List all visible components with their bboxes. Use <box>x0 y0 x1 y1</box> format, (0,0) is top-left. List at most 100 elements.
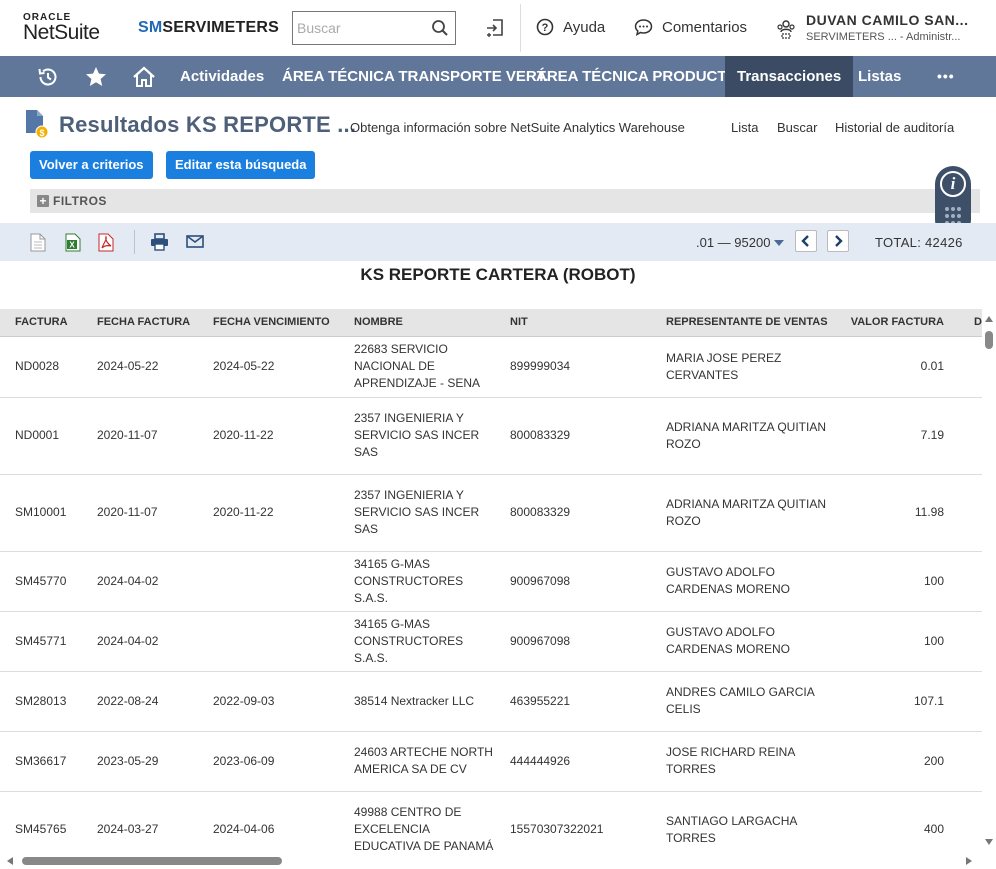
cell-fecha-vencimiento: 2020-11-22 <box>198 397 339 475</box>
cell-nit: 900967098 <box>495 611 651 672</box>
table-row[interactable]: SM45770 2024-04-02 34165 G-MAS CONSTRUCT… <box>0 551 982 612</box>
export-csv-icon[interactable] <box>30 233 46 257</box>
chevron-left-icon <box>801 235 809 247</box>
column-header-valor-factura[interactable]: VALOR FACTURA <box>828 309 959 337</box>
favorites-star-icon[interactable] <box>83 56 109 97</box>
column-header-factura[interactable]: FACTURA <box>0 309 82 337</box>
cell-factura[interactable]: ND0001 <box>0 397 82 475</box>
report-title: KS REPORTE CARTERA (ROBOT) <box>360 265 636 284</box>
user-menu[interactable]: DUVAN CAMILO SAN... SERVIMETERS ... - Ad… <box>776 11 968 45</box>
filters-bar[interactable]: + FILTROS <box>30 189 980 213</box>
scroll-left-icon[interactable] <box>7 857 13 865</box>
scroll-right-icon[interactable] <box>966 857 972 865</box>
saved-search-icon: $ <box>25 109 51 144</box>
scroll-up-icon[interactable] <box>985 316 993 322</box>
cell-dias <box>959 551 982 612</box>
cell-nombre: 34165 G-MAS CONSTRUCTORES S.A.S. <box>339 551 495 612</box>
cell-representante: ADRIANA MARITZA QUITIAN ROZO <box>651 474 828 552</box>
audit-history-link[interactable]: Historial de auditoría <box>835 120 954 135</box>
table-row[interactable]: SM45771 2024-04-02 34165 G-MAS CONSTRUCT… <box>0 611 982 672</box>
help-icon: ? <box>536 18 554 36</box>
cell-factura[interactable]: SM45770 <box>0 551 82 612</box>
list-link[interactable]: Lista <box>731 120 758 135</box>
help-link[interactable]: ? Ayuda <box>536 18 605 36</box>
table-row[interactable]: ND0001 2020-11-07 2020-11-22 2357 INGENI… <box>0 397 982 475</box>
page-range-value: .01 — 95200 <box>696 235 771 250</box>
cell-nombre: 2357 INGENIERIA Y SERVICIO SAS INCER SAS <box>339 397 495 475</box>
column-header-dias[interactable]: DIAS <box>959 309 982 337</box>
cell-nit: 900967098 <box>495 551 651 612</box>
nav-more-icon[interactable]: ••• <box>937 56 955 97</box>
page-range-select[interactable]: .01 — 95200 <box>696 235 785 250</box>
column-header-fecha-vencimiento[interactable]: FECHA VENCIMIENTO <box>198 309 339 337</box>
table-row[interactable]: SM10001 2020-11-07 2020-11-22 2357 INGEN… <box>0 474 982 552</box>
cell-valor-factura: 400 <box>828 791 959 853</box>
cell-factura[interactable]: SM45771 <box>0 611 82 672</box>
cell-valor-factura: 107.1 <box>828 671 959 732</box>
print-icon[interactable] <box>150 233 169 256</box>
recent-history-icon[interactable] <box>34 56 62 97</box>
cell-fecha-factura: 2024-04-02 <box>82 551 198 612</box>
previous-page-button[interactable] <box>795 230 817 252</box>
back-to-criteria-button[interactable]: Volver a criterios <box>30 151 153 179</box>
vertical-scrollbar[interactable] <box>982 309 996 853</box>
cell-factura[interactable]: SM45765 <box>0 791 82 853</box>
search-input[interactable] <box>293 12 423 44</box>
column-header-representante[interactable]: REPRESENTANTE DE VENTAS <box>651 309 828 337</box>
column-header-fecha-factura[interactable]: FECHA FACTURA <box>82 309 198 337</box>
table-header-row: FACTURA FECHA FACTURA FECHA VENCIMIENTO … <box>0 309 982 337</box>
nav-transacciones[interactable]: Transacciones <box>725 56 854 97</box>
cell-factura[interactable]: SM10001 <box>0 474 82 552</box>
cell-factura[interactable]: SM28013 <box>0 671 82 732</box>
cell-fecha-vencimiento: 2024-05-22 <box>198 336 339 398</box>
search-icon[interactable] <box>431 19 449 42</box>
recent-records-icon[interactable] <box>484 17 506 44</box>
results-table-container: FACTURA FECHA FACTURA FECHA VENCIMIENTO … <box>0 309 982 853</box>
horizontal-scroll-thumb[interactable] <box>22 857 282 865</box>
cell-nombre: 49988 CENTRO DE EXCELENCIA EDUCATIVA DE … <box>339 791 495 853</box>
cell-representante: ANDRES CAMILO GARCIA CELIS <box>651 671 828 732</box>
nav-listas[interactable]: Listas <box>858 56 901 97</box>
expand-plus-icon[interactable]: + <box>37 195 49 207</box>
cell-representante: JOSE RICHARD REINA TORRES <box>651 731 828 792</box>
netsuite-logo[interactable]: ORACLE NetSuite <box>23 13 100 44</box>
total-count: TOTAL: 42426 <box>875 235 963 250</box>
table-row[interactable]: SM36617 2023-05-29 2023-06-09 24603 ARTE… <box>0 731 982 792</box>
user-name: DUVAN CAMILO SAN... <box>806 12 969 28</box>
feedback-icon <box>634 19 653 36</box>
export-excel-icon[interactable]: X <box>65 233 81 257</box>
analytics-warehouse-link[interactable]: Obtenga información sobre NetSuite Analy… <box>350 120 685 135</box>
column-header-nombre[interactable]: NOMBRE <box>339 309 495 337</box>
chevron-right-icon <box>835 235 843 247</box>
email-icon[interactable] <box>186 235 204 253</box>
vertical-scroll-thumb[interactable] <box>985 331 993 349</box>
cell-valor-factura: 200 <box>828 731 959 792</box>
cell-valor-factura: 100 <box>828 611 959 672</box>
next-page-button[interactable] <box>827 230 849 252</box>
home-icon[interactable] <box>130 56 158 97</box>
company-logo[interactable]: SMSERVIMETERS <box>138 19 279 37</box>
cell-representante: ADRIANA MARITZA QUITIAN ROZO <box>651 397 828 475</box>
export-pdf-icon[interactable] <box>98 233 114 257</box>
scroll-down-icon[interactable] <box>985 839 993 845</box>
info-icon[interactable]: i <box>940 171 966 197</box>
search-link[interactable]: Buscar <box>777 120 817 135</box>
nav-area-tecnica-transporte[interactable]: ÁREA TÉCNICA TRANSPORTE VERT. <box>282 56 548 97</box>
roles-icon <box>777 20 795 39</box>
cell-nombre: 34165 G-MAS CONSTRUCTORES S.A.S. <box>339 611 495 672</box>
table-row[interactable]: ND0028 2024-05-22 2024-05-22 22683 SERVI… <box>0 336 982 398</box>
cell-nit: 444444926 <box>495 731 651 792</box>
netsuite-wordmark: NetSuite <box>23 21 100 44</box>
cell-factura[interactable]: SM36617 <box>0 731 82 792</box>
cell-factura[interactable]: ND0028 <box>0 336 82 398</box>
column-header-nit[interactable]: NIT <box>495 309 651 337</box>
nav-area-tecnica-producto[interactable]: ÁREA TÉCNICA PRODUCTO <box>536 56 738 97</box>
feedback-link[interactable]: Comentarios <box>634 18 747 36</box>
cell-nombre: 38514 Nextracker LLC <box>339 671 495 732</box>
nav-actividades[interactable]: Actividades <box>180 56 264 97</box>
edit-search-button[interactable]: Editar esta búsqueda <box>166 151 316 179</box>
cell-nombre: 24603 ARTECHE NORTH AMERICA SA DE CV <box>339 731 495 792</box>
table-row[interactable]: SM45765 2024-03-27 2024-04-06 49988 CENT… <box>0 791 982 853</box>
table-row[interactable]: SM28013 2022-08-24 2022-09-03 38514 Next… <box>0 671 982 732</box>
horizontal-scrollbar[interactable] <box>0 853 982 869</box>
